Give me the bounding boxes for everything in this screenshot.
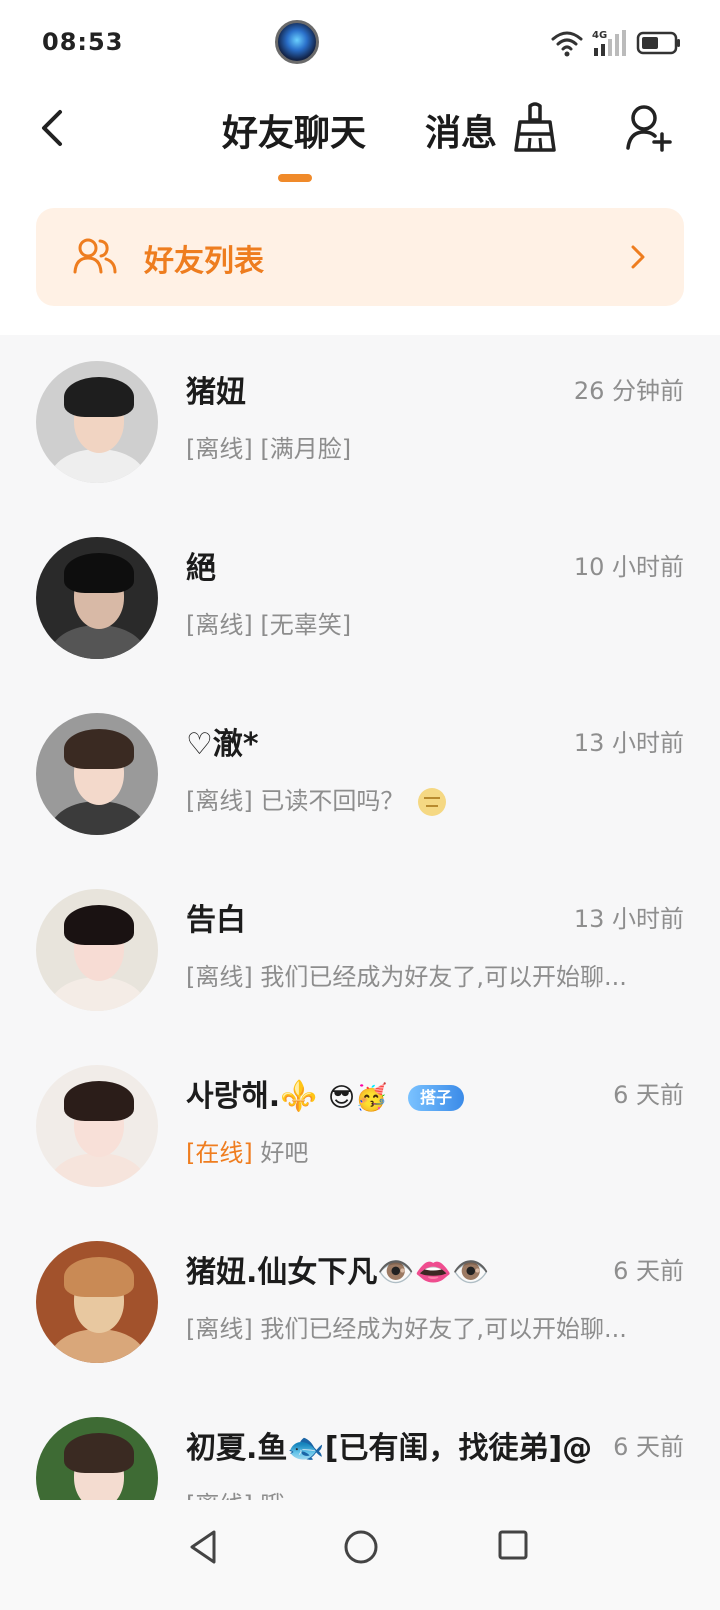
wifi-icon <box>551 31 583 57</box>
conversation-item[interactable]: 告白 13 小时前 [离线] 我们已经成为好友了,可以开始聊... <box>0 863 720 1039</box>
conversation-preview: [离线] [满月脸] <box>186 429 351 464</box>
conversation-name: 사랑해.⚜️ 😎🥳 搭子 <box>186 1071 464 1115</box>
tag-badge: 搭子 <box>407 1084 464 1111</box>
conversation-time: 6 天前 <box>613 1433 684 1461</box>
system-nav-bar <box>0 1500 720 1610</box>
conversation-name: 告白 <box>186 903 246 938</box>
conversation-name: ♡澈* <box>186 727 259 762</box>
add-friend-icon[interactable] <box>624 102 672 154</box>
avatar[interactable] <box>36 1241 158 1363</box>
status-label: [离线] <box>186 611 253 639</box>
header: 好友聊天 消息 <box>0 86 720 196</box>
status-bar: 08:53 4G <box>0 0 720 86</box>
status-label: [在线] <box>186 1139 253 1167</box>
conversation-preview: [离线] 我们已经成为好友了,可以开始聊... <box>186 957 627 992</box>
conversation-item[interactable]: ♡澈* 13 小时前 [离线] 已读不回吗？ <box>0 687 720 863</box>
nav-home-icon[interactable] <box>342 1528 380 1566</box>
conversation-time: 26 分钟前 <box>573 377 684 405</box>
conversation-item[interactable]: 絕 10 小时前 [离线] [无辜笑] <box>0 511 720 687</box>
avatar[interactable] <box>36 713 158 835</box>
preview-text: [无辜笑] <box>260 611 352 639</box>
conversation-time: 6 天前 <box>613 1257 684 1285</box>
back-icon[interactable] <box>36 106 70 150</box>
status-label: [离线] <box>186 435 253 463</box>
conversation-preview: [离线] 我们已经成为好友了,可以开始聊... <box>186 1309 627 1344</box>
preview-text: [满月脸] <box>260 435 352 463</box>
signal-icon: 4G <box>592 30 626 56</box>
name-text: 사랑해.⚜️ <box>186 1079 318 1114</box>
conversation-preview: [在线] 好吧 <box>186 1133 308 1168</box>
people-icon <box>73 238 117 274</box>
preview-text: 我们已经成为好友了,可以开始聊... <box>260 1315 627 1343</box>
nav-back-icon[interactable] <box>186 1528 220 1566</box>
avatar[interactable] <box>36 361 158 483</box>
battery-icon <box>636 31 680 55</box>
app-icon <box>275 20 319 64</box>
status-time: 08:53 <box>42 28 124 56</box>
avatar[interactable] <box>36 537 158 659</box>
conversation-list: 猪妞 26 分钟前 [离线] [满月脸] 絕 10 小时前 [离线] [无辜笑]… <box>0 335 720 1567</box>
conversation-item[interactable]: 猪妞 26 分钟前 [离线] [满月脸] <box>0 335 720 511</box>
preview-text: 已读不回吗？ <box>260 787 405 815</box>
conversation-time: 6 天前 <box>613 1081 684 1109</box>
nav-recent-icon[interactable] <box>496 1528 530 1562</box>
status-label: [离线] <box>186 963 253 991</box>
tab-friends-chat[interactable]: 好友聊天 <box>222 104 366 156</box>
avatar[interactable] <box>36 1065 158 1187</box>
status-icons: 4G <box>550 26 682 60</box>
tab-messages[interactable]: 消息 <box>425 104 497 156</box>
conversation-item[interactable]: 猪妞.仙女下凡👁️👄👁️ 6 天前 [离线] 我们已经成为好友了,可以开始聊..… <box>0 1215 720 1391</box>
conversation-time: 13 小时前 <box>573 905 684 933</box>
conversation-name: 絕 <box>186 551 216 586</box>
conversation-item[interactable]: 사랑해.⚜️ 😎🥳 搭子 6 天前 [在线] 好吧 <box>0 1039 720 1215</box>
status-label: [离线] <box>186 1315 253 1343</box>
conversation-preview: [离线] [无辜笑] <box>186 605 351 640</box>
friends-list-banner[interactable]: 好友列表 <box>36 208 684 306</box>
conversation-name: 猪妞.仙女下凡👁️👄👁️ <box>186 1255 490 1290</box>
preview-text: 好吧 <box>260 1139 309 1167</box>
avatar[interactable] <box>36 889 158 1011</box>
conversation-name: 初夏.鱼🐟[已有闺，找徒弟]@ <box>186 1431 593 1466</box>
preview-text: 我们已经成为好友了,可以开始聊... <box>260 963 627 991</box>
chevron-right-icon <box>631 245 645 269</box>
conversation-time: 10 小时前 <box>573 553 684 581</box>
tab-active-indicator <box>278 174 312 182</box>
status-label: [离线] <box>186 787 253 815</box>
conversation-time: 13 小时前 <box>573 729 684 757</box>
friends-list-label: 好友列表 <box>144 244 264 279</box>
conversation-name: 猪妞 <box>186 375 246 410</box>
conversation-preview: [离线] 已读不回吗？ <box>186 781 447 816</box>
network-label: 4G <box>592 30 607 41</box>
neutral-face-emoji-icon <box>418 788 447 816</box>
emoji-decoration: 😎🥳 <box>328 1083 388 1113</box>
broom-icon[interactable] <box>510 100 560 156</box>
